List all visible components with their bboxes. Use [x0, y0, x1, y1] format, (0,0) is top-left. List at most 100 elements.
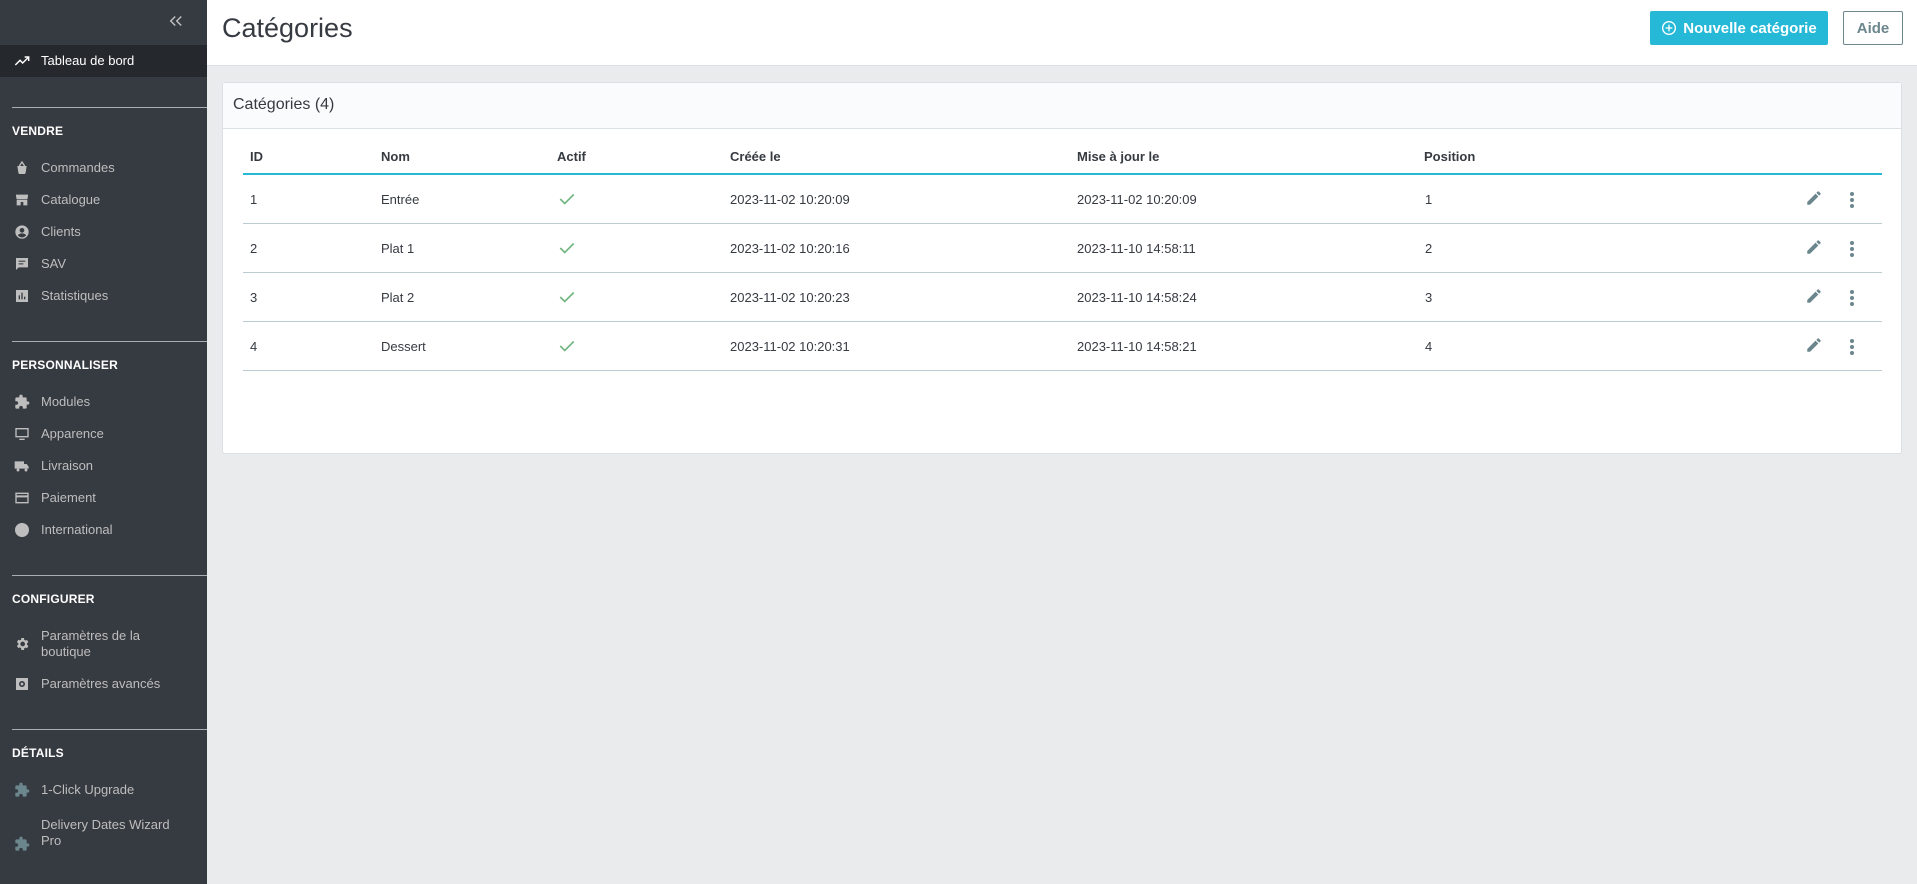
sidebar-item-label: Modules	[41, 393, 91, 409]
sidebar-item-stats[interactable]: Statistiques	[0, 287, 207, 304]
sidebar-item-label: Paiement	[41, 489, 96, 505]
cell-id: 4	[250, 339, 258, 354]
gear-icon	[13, 636, 30, 653]
puzzle-icon	[13, 835, 30, 852]
cell-position: 1	[1425, 192, 1433, 207]
sidebar-item-delivery-dates-wizard[interactable]: Delivery Dates Wizard Pro	[0, 813, 207, 852]
sidebar-item-label: Paramètres de la boutique	[41, 628, 140, 659]
sidebar-item-label: Livraison	[41, 457, 94, 473]
sidebar-item-1-click-upgrade[interactable]: 1-Click Upgrade	[0, 781, 207, 798]
check-icon[interactable]	[557, 337, 577, 355]
cell-updated: 2023-11-10 14:58:24	[1077, 290, 1197, 305]
table-row[interactable]: 2 Plat 1 2023-11-02 10:20:16 2023-11-10 …	[243, 224, 1882, 273]
check-icon[interactable]	[557, 239, 577, 257]
sidebar-item-label: Delivery Dates Wizard Pro	[41, 816, 170, 848]
check-icon[interactable]	[557, 288, 577, 306]
column-header-created[interactable]: Créée le	[730, 145, 781, 169]
more-vertical-icon[interactable]	[1844, 288, 1860, 308]
sidebar-item-appearance[interactable]: Apparence	[0, 425, 207, 442]
categories-table: ID Nom Actif Créée le Mise à jour le Pos…	[243, 145, 1882, 371]
cell-name: Dessert	[381, 339, 426, 354]
cell-updated: 2023-11-02 10:20:09	[1077, 192, 1197, 207]
cell-created: 2023-11-02 10:20:09	[730, 192, 850, 207]
user-circle-icon	[13, 223, 30, 240]
cell-id: 3	[250, 290, 258, 305]
cell-position: 2	[1425, 241, 1433, 256]
sidebar-item-catalog[interactable]: Catalogue	[0, 191, 207, 208]
divider	[12, 341, 207, 342]
new-category-button[interactable]: Nouvelle catégorie	[1650, 11, 1828, 45]
edit-icon[interactable]	[1805, 287, 1823, 305]
divider	[12, 107, 207, 108]
more-vertical-icon[interactable]	[1844, 190, 1860, 210]
sidebar-item-label: SAV	[41, 255, 67, 271]
sidebar-item-advanced-settings[interactable]: Paramètres avancés	[0, 675, 207, 692]
cell-id: 2	[250, 241, 258, 256]
table-row[interactable]: 1 Entrée 2023-11-02 10:20:09 2023-11-02 …	[243, 175, 1882, 224]
section-title-vendre: VENDRE	[12, 124, 64, 138]
cell-name: Plat 1	[381, 241, 415, 256]
cell-position: 4	[1425, 339, 1433, 354]
check-icon[interactable]	[557, 190, 577, 208]
page-title: Catégories	[222, 13, 353, 43]
cell-id: 1	[250, 192, 258, 207]
puzzle-icon	[13, 393, 30, 410]
settings-box-icon	[13, 675, 30, 692]
sidebar-item-payment[interactable]: Paiement	[0, 489, 207, 506]
credit-card-icon	[13, 489, 30, 506]
section-title-configurer: CONFIGURER	[12, 592, 95, 606]
sidebar-item-label: Tableau de bord	[41, 53, 135, 68]
cell-name: Plat 2	[381, 290, 415, 305]
sidebar-item-shop-settings[interactable]: Paramètres de la boutique	[0, 628, 207, 660]
column-header-name[interactable]: Nom	[381, 145, 410, 169]
divider	[12, 575, 207, 576]
sidebar-item-international[interactable]: International	[0, 521, 207, 538]
page-header: Catégories Nouvelle catégorie Aide	[207, 0, 1917, 66]
column-header-active[interactable]: Actif	[557, 145, 586, 169]
collapse-sidebar-icon[interactable]	[167, 12, 189, 32]
help-button[interactable]: Aide	[1843, 11, 1903, 45]
cell-updated: 2023-11-10 14:58:11	[1077, 241, 1196, 256]
new-category-label: Nouvelle catégorie	[1683, 19, 1817, 37]
cell-updated: 2023-11-10 14:58:21	[1077, 339, 1197, 354]
puzzle-icon	[13, 781, 30, 798]
basket-icon	[13, 159, 30, 176]
add-circle-icon	[1662, 21, 1677, 35]
sidebar-item-orders[interactable]: Commandes	[0, 159, 207, 176]
sidebar-item-label: Clients	[41, 223, 81, 239]
categories-card: Catégories (4) ID Nom Actif Créée le Mis…	[222, 82, 1902, 454]
sidebar-item-label: Commandes	[41, 159, 115, 175]
sidebar-item-label: 1-Click Upgrade	[41, 781, 135, 797]
more-vertical-icon[interactable]	[1844, 239, 1860, 259]
table-header: ID Nom Actif Créée le Mise à jour le Pos…	[243, 145, 1882, 175]
edit-icon[interactable]	[1805, 238, 1823, 256]
monitor-icon	[13, 425, 30, 442]
cell-position: 3	[1425, 290, 1433, 305]
store-icon	[13, 191, 30, 208]
column-header-id[interactable]: ID	[250, 145, 263, 169]
edit-icon[interactable]	[1805, 189, 1823, 207]
sidebar: Tableau de bord VENDRE Commandes Catalog…	[0, 0, 207, 884]
sidebar-item-label: Paramètres avancés	[41, 675, 161, 691]
card-title: Catégories (4)	[223, 83, 1901, 129]
column-header-position[interactable]: Position	[1424, 145, 1475, 169]
sidebar-item-customers[interactable]: Clients	[0, 223, 207, 240]
sidebar-item-sav[interactable]: SAV	[0, 255, 207, 272]
table-row[interactable]: 3 Plat 2 2023-11-02 10:20:23 2023-11-10 …	[243, 273, 1882, 322]
sidebar-item-label: International	[41, 521, 113, 537]
sidebar-item-label: Statistiques	[41, 287, 109, 303]
edit-icon[interactable]	[1805, 336, 1823, 354]
sidebar-item-dashboard[interactable]: Tableau de bord	[0, 45, 207, 77]
more-vertical-icon[interactable]	[1844, 337, 1860, 357]
truck-icon	[13, 457, 30, 474]
cell-created: 2023-11-02 10:20:16	[730, 241, 850, 256]
section-title-personnaliser: PERSONNALISER	[12, 358, 118, 372]
divider	[12, 729, 207, 730]
globe-icon	[13, 521, 30, 538]
table-row[interactable]: 4 Dessert 2023-11-02 10:20:31 2023-11-10…	[243, 322, 1882, 371]
column-header-updated[interactable]: Mise à jour le	[1077, 145, 1159, 169]
bar-chart-icon	[13, 287, 30, 304]
sidebar-item-modules[interactable]: Modules	[0, 393, 207, 410]
sidebar-item-shipping[interactable]: Livraison	[0, 457, 207, 474]
trending-up-icon	[13, 53, 30, 70]
